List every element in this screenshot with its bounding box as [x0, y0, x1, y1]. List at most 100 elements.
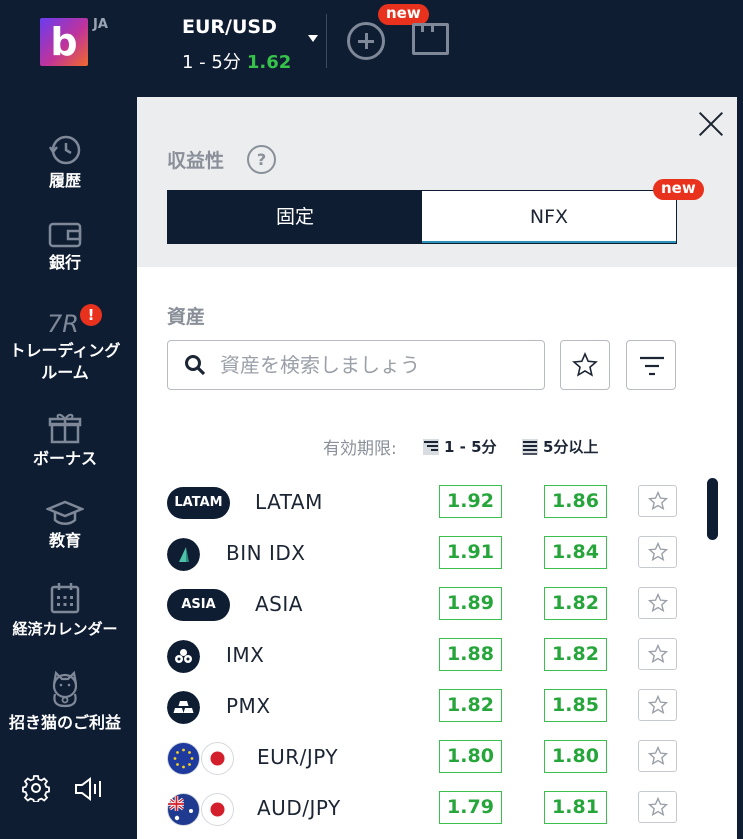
- trading-room-icon: 7R: [47, 310, 79, 336]
- asset-name: AUD/JPY: [257, 796, 341, 820]
- asset-payout: 1.62: [246, 52, 292, 73]
- favorite-button[interactable]: [638, 485, 677, 517]
- sort-filter-button[interactable]: [626, 340, 676, 390]
- current-asset-info[interactable]: 1 - 5分 1.62: [182, 48, 291, 74]
- payout-short: 1.91: [439, 536, 502, 569]
- asset-tag: ASIA: [167, 589, 230, 621]
- divider: [326, 14, 327, 68]
- calendar-icon: [50, 583, 80, 614]
- asset-row-eur-jpy[interactable]: EUR/JPY 1.80 1.80: [167, 740, 682, 776]
- favorite-button[interactable]: [638, 740, 677, 772]
- japan-flag-icon: [201, 793, 234, 826]
- star-icon: [648, 644, 668, 664]
- pmx-gold-bars-icon: [167, 691, 200, 724]
- favorite-button[interactable]: [638, 638, 677, 670]
- asset-name: PMX: [226, 694, 271, 718]
- sidebar-item-bank[interactable]: 銀行: [0, 220, 130, 274]
- payout-short: 1.79: [439, 791, 502, 824]
- asset-row-bin-idx[interactable]: BIN IDX 1.91 1.84: [167, 536, 682, 572]
- asset-row-aud-jpy[interactable]: AUD/JPY 1.79 1.81: [167, 791, 682, 827]
- asset-row-asia[interactable]: ASIA ASIA 1.89 1.82: [167, 587, 682, 623]
- assets-section-label: 資産: [167, 306, 206, 328]
- star-icon: [572, 352, 598, 377]
- asset-selection-panel: 収益性 ? 固定 NFX new 資産 有効期限:: [137, 97, 737, 839]
- favorites-filter-button[interactable]: [560, 340, 610, 390]
- expiry-long-column[interactable]: 5分以上: [522, 436, 598, 457]
- expiry-short-column[interactable]: 1 - 5分: [423, 436, 497, 457]
- expiry-label: 有効期限:: [323, 439, 397, 459]
- help-icon[interactable]: ?: [247, 145, 276, 174]
- asset-name: EUR/JPY: [257, 745, 339, 769]
- expiry-long-label: 5分以上: [543, 438, 599, 456]
- payout-short: 1.80: [439, 740, 502, 773]
- expiry-short-icon: [423, 439, 439, 455]
- favorite-button[interactable]: [638, 689, 677, 721]
- sidebar-item-trading-room[interactable]: 7R ! トレーディング ルーム: [0, 304, 130, 384]
- svg-text:7R: 7R: [47, 310, 79, 336]
- current-asset-name[interactable]: EUR/USD: [182, 16, 277, 38]
- language-indicator[interactable]: JA: [93, 17, 108, 32]
- asset-row-imx[interactable]: IMX 1.88 1.82: [167, 638, 682, 674]
- sidebar-item-label: トレーディング: [9, 341, 121, 360]
- nfx-toggle-button[interactable]: NFX: [422, 191, 676, 243]
- sidebar-item-economic-calendar[interactable]: 経済カレンダー: [0, 582, 130, 640]
- star-icon: [648, 746, 668, 766]
- sound-icon[interactable]: [73, 776, 105, 802]
- sidebar-item-label: 銀行: [48, 253, 81, 272]
- sidebar-item-education[interactable]: 教育: [0, 500, 130, 552]
- asset-name: BIN IDX: [226, 541, 306, 565]
- australia-flag-icon: [167, 793, 200, 826]
- settings-gear-icon[interactable]: [22, 774, 50, 802]
- favorite-button[interactable]: [638, 791, 677, 823]
- payout-type-toggle: 固定 NFX: [167, 190, 677, 244]
- star-icon: [648, 542, 668, 562]
- sidebar-item-label: ルーム: [41, 363, 89, 382]
- layout-tab-icon[interactable]: [412, 23, 449, 55]
- payout-long: 1.80: [544, 740, 607, 773]
- favorite-button[interactable]: [638, 536, 677, 568]
- payout-long: 1.82: [544, 638, 607, 671]
- bin-idx-icon: [167, 538, 200, 571]
- scrollbar-thumb[interactable]: [707, 478, 718, 540]
- asset-name: LATAM: [255, 490, 323, 514]
- sidebar-item-history[interactable]: 履歴: [0, 134, 130, 192]
- chart-edge: [737, 97, 743, 839]
- history-icon: [48, 135, 81, 165]
- asset-tag: LATAM: [167, 487, 230, 519]
- payout-short: 1.88: [439, 638, 502, 671]
- asset-expiry: 1 - 5分: [182, 52, 241, 73]
- fixed-toggle-button[interactable]: 固定: [168, 191, 422, 243]
- star-icon: [648, 695, 668, 715]
- asset-name: ASIA: [255, 592, 303, 616]
- search-input[interactable]: [220, 349, 536, 381]
- star-icon: [648, 797, 668, 817]
- imx-icon: [167, 640, 200, 673]
- payout-long: 1.84: [544, 536, 607, 569]
- payout-long: 1.86: [544, 485, 607, 518]
- asset-name: IMX: [226, 643, 265, 667]
- close-icon[interactable]: [698, 111, 724, 137]
- asset-row-pmx[interactable]: PMX 1.82 1.85: [167, 689, 682, 725]
- graduation-cap-icon: [46, 500, 84, 525]
- top-bar: b JA EUR/USD 1 - 5分 1.62 new: [0, 0, 743, 88]
- favorite-button[interactable]: [638, 587, 677, 619]
- search-icon: [185, 355, 206, 376]
- expiry-short-label: 1 - 5分: [444, 438, 497, 456]
- payout-short: 1.89: [439, 587, 502, 620]
- sidebar-item-label: 履歴: [48, 171, 81, 190]
- sidebar-item-lucky-cat[interactable]: 招き猫のご利益: [0, 670, 130, 734]
- sidebar-item-bonus[interactable]: ボーナス: [0, 412, 130, 470]
- asset-dropdown-caret-icon[interactable]: [308, 35, 318, 42]
- asset-search-box[interactable]: [167, 340, 545, 390]
- sidebar: 履歴 銀行 7R ! トレーディング ルーム ボーナス 教育 経済カレンダー 招…: [0, 88, 137, 839]
- payout-short: 1.82: [439, 689, 502, 722]
- add-asset-button[interactable]: [347, 22, 385, 60]
- alert-badge: !: [80, 304, 102, 326]
- star-icon: [648, 491, 668, 511]
- panel-header: 収益性 ? 固定 NFX new: [137, 97, 737, 267]
- payout-short: 1.92: [439, 485, 502, 518]
- wallet-icon: [48, 222, 82, 248]
- expiry-long-icon: [522, 439, 538, 455]
- brand-logo[interactable]: b: [40, 18, 88, 66]
- asset-row-latam[interactable]: LATAM LATAM 1.92 1.86: [167, 485, 682, 521]
